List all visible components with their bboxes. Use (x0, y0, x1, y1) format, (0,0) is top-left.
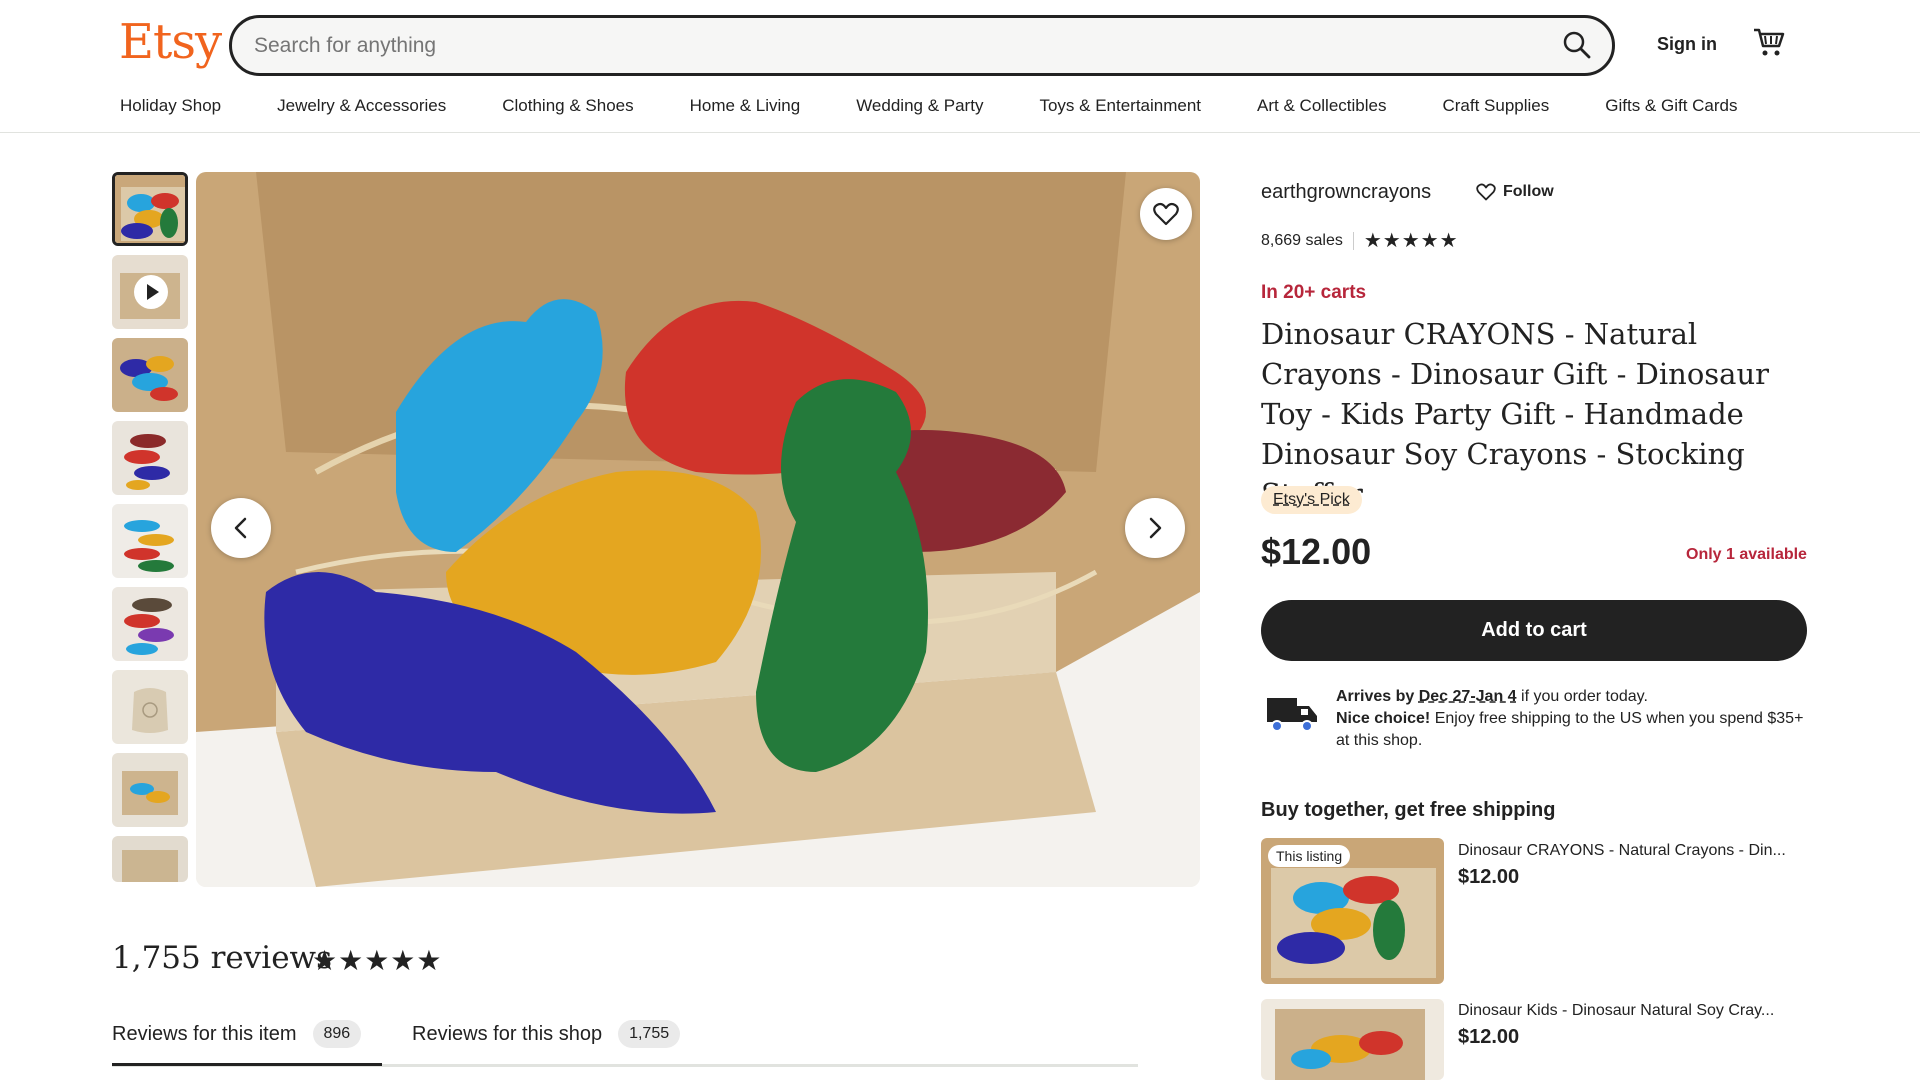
etsy-logo[interactable]: Etsy (119, 14, 222, 70)
nav-clothing-shoes[interactable]: Clothing & Shoes (502, 96, 633, 116)
main-product-image[interactable] (196, 172, 1200, 887)
arrives-suffix: if you order today. (1516, 688, 1648, 705)
thumbnail-image[interactable] (112, 753, 188, 827)
search-bar[interactable] (229, 15, 1615, 76)
reviews-tabs: Reviews for this item 896 Reviews for th… (112, 1015, 1138, 1067)
heart-icon (1476, 183, 1496, 201)
tab-label: Reviews for this shop (412, 1022, 603, 1045)
video-thumbnail[interactable] (112, 255, 188, 329)
sales-count: 8,669 sales (1261, 231, 1343, 249)
search-input[interactable] (254, 33, 1494, 58)
nav-jewelry-accessories[interactable]: Jewelry & Accessories (277, 96, 446, 116)
thumbnail-image[interactable] (112, 836, 188, 882)
availability-notice: Only 1 available (1686, 546, 1807, 563)
thumbnail-image[interactable] (112, 670, 188, 744)
active-tab-indicator (112, 1063, 382, 1066)
reviews-star-rating: ★★★★★ (312, 945, 443, 976)
nav-home-living[interactable]: Home & Living (690, 96, 801, 116)
count-badge: 1,755 (618, 1020, 681, 1048)
search-icon[interactable] (1560, 28, 1594, 62)
thumbnail-image[interactable] (112, 421, 188, 495)
chevron-left-icon (234, 517, 247, 539)
nav-holiday-shop[interactable]: Holiday Shop (120, 96, 221, 116)
shop-star-rating[interactable]: ★★★★★ (1364, 228, 1459, 253)
bundle-item-name[interactable]: Dinosaur Kids - Dinosaur Natural Soy Cra… (1458, 1002, 1810, 1020)
previous-image-button[interactable] (211, 498, 271, 558)
thumbnail-image[interactable] (112, 172, 188, 246)
sign-in-link[interactable]: Sign in (1657, 34, 1717, 55)
in-carts-notice: In 20+ carts (1261, 282, 1367, 303)
play-icon (134, 275, 168, 309)
truck-icon (1263, 690, 1319, 738)
site-header: Etsy Sign in Holiday Shop Jewelry & Acce… (0, 0, 1920, 133)
thumbnail-strip (112, 172, 188, 891)
shipping-info: Arrives by Dec 27-Jan 4 if you order tod… (1336, 686, 1816, 752)
favorite-button[interactable] (1140, 188, 1192, 240)
nav-toys-entertainment[interactable]: Toys & Entertainment (1039, 96, 1201, 116)
follow-button[interactable]: Follow (1476, 183, 1554, 201)
thumbnail-image[interactable] (112, 338, 188, 412)
tab-reviews-shop[interactable]: Reviews for this shop 1,755 (412, 1020, 681, 1048)
reviews-count-heading: 1,755 reviews (112, 940, 332, 976)
divider (1352, 231, 1354, 250)
bundle-item-name[interactable]: Dinosaur CRAYONS - Natural Crayons - Din… (1458, 842, 1810, 860)
thumbnail-image[interactable] (112, 504, 188, 578)
chevron-right-icon (1149, 517, 1162, 539)
nav-art-collectibles[interactable]: Art & Collectibles (1257, 96, 1386, 116)
arrives-label: Arrives by (1336, 688, 1415, 705)
tab-label: Reviews for this item (112, 1022, 297, 1045)
nav-craft-supplies[interactable]: Craft Supplies (1442, 96, 1549, 116)
next-image-button[interactable] (1125, 498, 1185, 558)
follow-label: Follow (1503, 183, 1554, 200)
nice-choice-label: Nice choice! (1336, 710, 1431, 727)
shop-name-link[interactable]: earthgrowncrayons (1261, 181, 1431, 204)
etsys-pick-badge[interactable]: Etsy's Pick (1261, 486, 1362, 514)
add-to-cart-button[interactable]: Add to cart (1261, 600, 1807, 661)
category-nav: Holiday Shop Jewelry & Accessories Cloth… (120, 96, 1738, 116)
this-listing-badge: This listing (1268, 845, 1351, 867)
product-title: Dinosaur CRAYONS - Natural Crayons - Din… (1261, 317, 1770, 511)
tab-reviews-item[interactable]: Reviews for this item 896 (112, 1020, 362, 1048)
thumbnail-image[interactable] (112, 587, 188, 661)
bundle-item-price: $12.00 (1458, 1026, 1520, 1048)
bundle-item-image[interactable] (1261, 999, 1444, 1080)
bundle-heading: Buy together, get free shipping (1261, 799, 1556, 821)
count-badge: 896 (312, 1020, 362, 1048)
product-price: $12.00 (1261, 531, 1372, 572)
arrival-date[interactable]: Dec 27-Jan 4 (1419, 688, 1517, 705)
heart-icon (1153, 202, 1179, 226)
cart-icon[interactable] (1752, 26, 1786, 58)
nav-wedding-party[interactable]: Wedding & Party (856, 96, 983, 116)
bundle-item-price: $12.00 (1458, 866, 1520, 888)
nav-gifts-gift-cards[interactable]: Gifts & Gift Cards (1605, 96, 1737, 116)
shop-sales: 8,669 sales ★★★★★ (1261, 228, 1459, 253)
